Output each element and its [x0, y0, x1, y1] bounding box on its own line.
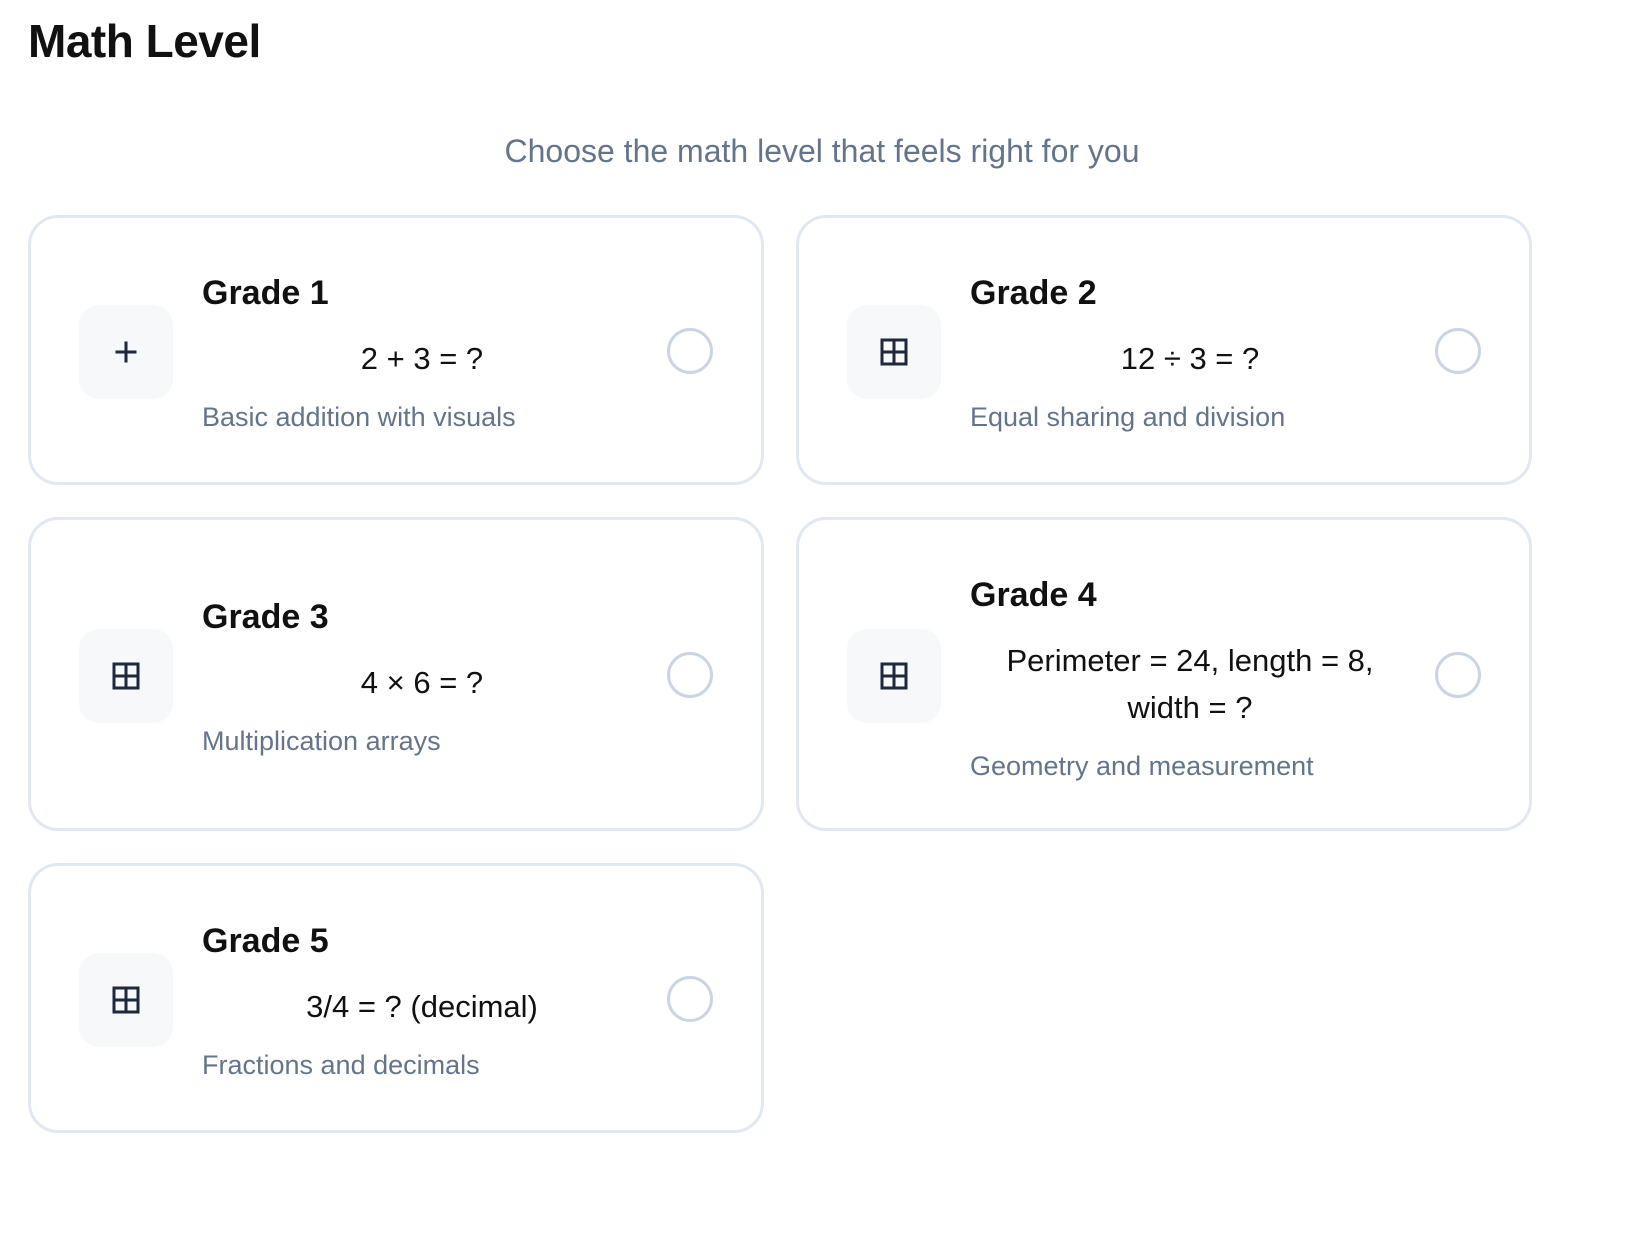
sample-problem: Perimeter = 24, length = 8, width = ? [1006, 643, 1374, 725]
level-description: Equal sharing and division [970, 402, 1286, 432]
level-description: Geometry and measurement [970, 751, 1314, 781]
select-radio[interactable] [667, 976, 713, 1022]
grid-icon [847, 629, 941, 723]
level-card-grade-5[interactable]: Grade 5 3/4 = ? (decimal) Fractions and … [28, 863, 764, 1133]
level-description: Multiplication arrays [202, 726, 441, 756]
sample-problem: 2 + 3 = ? [360, 341, 484, 376]
level-card-grade-2[interactable]: Grade 2 12 ÷ 3 = ? Equal sharing and div… [796, 215, 1532, 485]
level-card-grade-1[interactable]: Grade 1 2 + 3 = ? Basic addition with vi… [28, 215, 764, 485]
page-subtitle: Choose the math level that feels right f… [504, 133, 1140, 169]
level-card-grade-3[interactable]: Grade 3 4 × 6 = ? Multiplication arrays [28, 517, 764, 831]
grade-label: Grade 3 [202, 598, 329, 636]
sample-problem: 3/4 = ? (decimal) [306, 989, 538, 1024]
grid-icon [847, 305, 941, 399]
select-radio[interactable] [1435, 652, 1481, 698]
select-radio[interactable] [667, 652, 713, 698]
grid-icon [79, 953, 173, 1047]
grade-label: Grade 4 [970, 576, 1097, 614]
select-radio[interactable] [1435, 328, 1481, 374]
grid-icon [79, 629, 173, 723]
sample-problem: 12 ÷ 3 = ? [1120, 341, 1260, 376]
page-title: Math Level [28, 15, 261, 67]
select-radio[interactable] [667, 328, 713, 374]
level-description: Basic addition with visuals [202, 402, 516, 432]
level-card-grade-4[interactable]: Grade 4 Perimeter = 24, length = 8, widt… [796, 517, 1532, 831]
level-description: Fractions and decimals [202, 1050, 480, 1080]
grade-label: Grade 5 [202, 922, 329, 960]
plus-icon [79, 305, 173, 399]
grade-label: Grade 1 [202, 274, 329, 312]
grade-label: Grade 2 [970, 274, 1097, 312]
sample-problem: 4 × 6 = ? [360, 665, 484, 700]
